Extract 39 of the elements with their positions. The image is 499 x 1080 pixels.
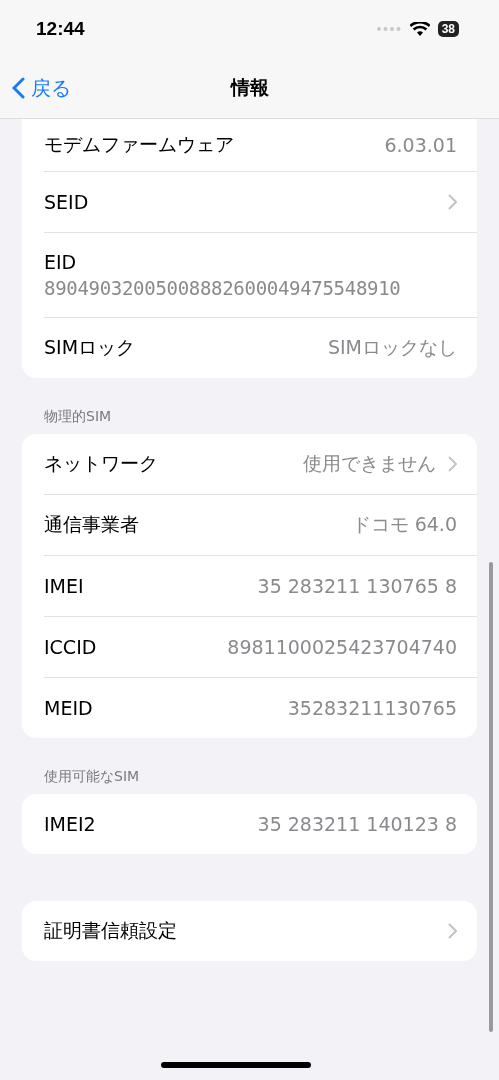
row-value: 35 283211 140123 8 — [257, 813, 457, 835]
row-value: 89049032005008882600049475548910 — [44, 277, 402, 299]
settings-row[interactable]: SIMロック SIMロックなし — [44, 318, 477, 378]
battery-level: 38 — [437, 21, 459, 37]
row-label: SIMロック — [44, 335, 136, 360]
row-value: 35283211130765 — [287, 697, 457, 719]
row-label: IMEI — [44, 575, 84, 597]
row-label: ICCID — [44, 636, 97, 658]
row-label: モデムファームウェア — [44, 132, 234, 157]
row-label: 証明書信頼設定 — [44, 918, 177, 943]
row-value: SIMロックなし — [327, 335, 457, 360]
row-label: EID — [44, 251, 78, 273]
row-label: IMEI2 — [44, 813, 96, 835]
row-value: 6.03.01 — [384, 134, 457, 156]
row-label: MEID — [44, 697, 93, 719]
row-label: SEID — [44, 191, 89, 213]
settings-row[interactable]: 証明書信頼設定 — [44, 901, 477, 961]
row-label: ネットワーク — [44, 451, 158, 476]
row-value: 35 283211 130765 8 — [257, 575, 457, 597]
settings-row[interactable]: ネットワーク 使用できません — [44, 434, 477, 495]
settings-row[interactable]: 通信事業者 ドコモ 64.0 — [44, 495, 477, 556]
row-value: ドコモ 64.0 — [351, 512, 457, 537]
section-header: 物理的SIM — [43, 407, 113, 426]
page-title: 情報 — [230, 75, 269, 100]
row-value: 8981100025423704740 — [227, 636, 457, 658]
settings-row[interactable]: SEID — [44, 172, 477, 233]
settings-row[interactable]: IMEI 35 283211 130765 8 — [44, 556, 477, 617]
row-value: 使用できません — [303, 451, 436, 476]
back-button[interactable]: 戻る — [0, 74, 71, 102]
wifi-icon — [409, 21, 430, 37]
settings-row[interactable]: IMEI2 35 283211 140123 8 — [44, 794, 477, 854]
status-time: 12:44 — [36, 18, 85, 40]
settings-row[interactable]: モデムファームウェア 6.03.01 — [44, 119, 477, 172]
settings-row[interactable]: ICCID 8981100025423704740 — [44, 617, 477, 678]
back-chevron-icon — [12, 77, 25, 99]
row-label: 通信事業者 — [44, 512, 139, 537]
signal-icon — [375, 26, 402, 32]
settings-row[interactable]: MEID 35283211130765 — [44, 678, 477, 738]
section-header: 使用可能なSIM — [43, 767, 141, 786]
